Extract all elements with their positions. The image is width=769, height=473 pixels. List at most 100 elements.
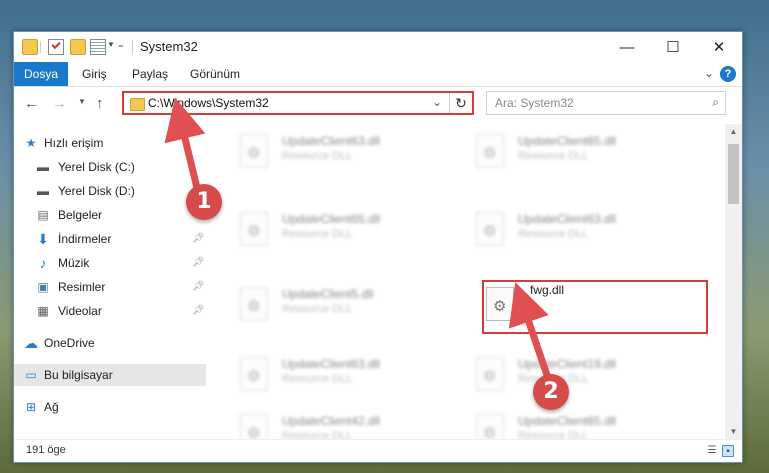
search-input[interactable]: Ara: System32 (495, 96, 574, 110)
drive-icon: ▬ (37, 160, 49, 174)
dll-file-icon (240, 212, 268, 246)
file-list: UpdateClient63.dll Resource DLL UpdateCl… (206, 124, 724, 440)
sidebar-item-label: Ağ (44, 400, 59, 414)
maximize-button[interactable]: ☐ (650, 32, 696, 62)
details-view-icon[interactable]: ☰ (706, 445, 718, 457)
file-type: Resource DLL (282, 150, 353, 162)
file-type: Resource DLL (518, 150, 589, 162)
step-callout-1: 1 (186, 184, 222, 220)
recent-locations-icon[interactable]: ▼ (78, 97, 86, 106)
sidebar-item-documents[interactable]: ▤ Belgeler (14, 204, 206, 226)
file-name: UpdateClient42.dll (282, 414, 381, 428)
download-icon: ⬇ (37, 231, 49, 247)
chevron-down-icon[interactable]: ⌄ (432, 95, 442, 109)
file-name: UpdateClient65.dll (518, 414, 617, 428)
large-icons-view-icon[interactable]: ▪ (722, 445, 734, 457)
forward-button[interactable]: → (52, 95, 67, 112)
ribbon-expand-icon[interactable]: ⌄ (704, 66, 714, 80)
list-view-icon[interactable] (90, 39, 106, 55)
file-item[interactable]: UpdateClient42.dll Resource DLL (206, 406, 396, 440)
sidebar-item-videos[interactable]: ▦ Videolar 📌︎ (14, 300, 206, 322)
title-bar: ▼ ₌ System32 — ☐ ✕ (14, 32, 742, 62)
tab-file[interactable]: Dosya (14, 62, 68, 86)
file-name: UpdateClient63.dll (282, 357, 381, 371)
new-folder-icon[interactable] (70, 39, 86, 55)
help-button[interactable]: ? (720, 66, 736, 82)
file-name: UpdateClient63.dll (518, 212, 617, 226)
pin-icon[interactable]: 📌︎ (192, 305, 205, 316)
music-icon: ♪ (39, 255, 47, 271)
sidebar-item-this-pc[interactable]: ▭ Bu bilgisayar (14, 364, 206, 386)
file-name: UpdateClient65.dll (518, 134, 617, 148)
item-count: 191 öge (26, 444, 66, 456)
sidebar-item-label: İndirmeler (58, 232, 112, 246)
file-item[interactable]: UpdateClient63.dll Resource DLL (442, 204, 632, 254)
step-callout-2: 2 (533, 374, 569, 410)
refresh-button[interactable]: ↻ (449, 93, 472, 113)
file-item[interactable]: UpdateClient65.dll Resource DLL (442, 126, 632, 176)
tab-home[interactable]: Giriş (82, 62, 107, 86)
dll-file-icon (240, 134, 268, 168)
customize-toolbar-icon[interactable]: ₌ (118, 38, 124, 51)
dll-file-icon (240, 287, 268, 321)
pictures-icon: ▣ (37, 280, 49, 294)
file-type: Resource DLL (518, 228, 589, 240)
cloud-icon: ☁ (24, 335, 38, 351)
tab-share[interactable]: Paylaş (132, 62, 168, 86)
sidebar-item-music[interactable]: ♪ Müzik 📌︎ (14, 252, 206, 274)
file-name: UpdateClient19.dll (518, 357, 617, 371)
minimize-button[interactable]: — (604, 32, 650, 62)
navigation-bar: ← → ▼ ↑ C:\Windows\System32 ⌄ ↻ Ara: Sys… (14, 87, 742, 121)
dll-file-icon (240, 414, 268, 440)
file-type: Resource DLL (282, 228, 353, 240)
sidebar-item-pictures[interactable]: ▣ Resimler 📌︎ (14, 276, 206, 298)
ribbon-tabs: Dosya Giriş Paylaş Görünüm ⌄ ? (14, 62, 742, 87)
sidebar-item-label: Yerel Disk (D:) (58, 184, 135, 198)
pin-icon[interactable]: 📌︎ (192, 281, 205, 292)
file-item[interactable]: UpdateClient65.dll Resource DLL (442, 406, 632, 440)
sidebar-item-downloads[interactable]: ⬇ İndirmeler 📌︎ (14, 228, 206, 250)
address-path[interactable]: C:\Windows\System32 (148, 96, 269, 110)
sidebar-item-quick-access[interactable]: ★ Hızlı erişim (14, 132, 206, 154)
scroll-up-icon[interactable]: ▲ (725, 124, 742, 140)
sidebar-item-label: Resimler (58, 280, 106, 294)
title-divider (132, 40, 133, 54)
file-item[interactable]: UpdateClient5.dll Resource DLL (206, 279, 396, 329)
toolbar-divider (40, 41, 41, 53)
file-name: UpdateClient5.dll (282, 287, 374, 301)
vertical-scrollbar[interactable]: ▲ ▼ (725, 124, 742, 440)
sidebar-item-onedrive[interactable]: ☁ OneDrive (14, 332, 206, 354)
sidebar-item-network[interactable]: ⊞ Ağ (14, 396, 206, 418)
document-icon: ▤ (37, 208, 49, 222)
address-bar[interactable]: C:\Windows\System32 ⌄ ↻ (122, 91, 474, 115)
properties-check-icon[interactable] (48, 39, 64, 55)
sidebar-item-disk-d[interactable]: ▬ Yerel Disk (D:) (14, 180, 206, 202)
status-bar: 191 öge ☰ ▪ (14, 439, 742, 462)
dll-file-icon (476, 212, 504, 246)
back-button[interactable]: ← (24, 95, 39, 112)
file-item[interactable]: UpdateClient63.dll Resource DLL (206, 349, 396, 399)
star-icon: ★ (25, 136, 37, 150)
sidebar-item-disk-c[interactable]: ▬ Yerel Disk (C:) (14, 156, 206, 178)
close-button[interactable]: ✕ (696, 32, 742, 62)
up-button[interactable]: ↑ (96, 95, 104, 112)
folder-icon (22, 39, 38, 55)
video-icon: ▦ (37, 304, 49, 318)
scroll-down-icon[interactable]: ▼ (725, 424, 742, 440)
highlight-box (482, 280, 708, 334)
tab-view[interactable]: Görünüm (190, 62, 240, 86)
navigation-pane: ★ Hızlı erişim ▬ Yerel Disk (C:) ▬ Yerel… (14, 124, 206, 440)
file-item[interactable]: UpdateClient63.dll Resource DLL (206, 126, 396, 176)
chevron-down-icon[interactable]: ▼ (107, 40, 115, 49)
scroll-thumb[interactable] (728, 144, 739, 204)
file-type: Resource DLL (282, 373, 353, 385)
sidebar-item-label: Müzik (58, 256, 90, 270)
file-item[interactable]: UpdateClient65.dll Resource DLL (206, 204, 396, 254)
pin-icon[interactable]: 📌︎ (192, 257, 205, 268)
explorer-window: ▼ ₌ System32 — ☐ ✕ Dosya Giriş Paylaş Gö… (13, 31, 743, 463)
pin-icon[interactable]: 📌︎ (192, 233, 205, 244)
sidebar-item-label: Yerel Disk (C:) (58, 160, 135, 174)
search-icon[interactable]: ⌕ (712, 95, 719, 110)
search-box[interactable]: Ara: System32 ⌕ (486, 91, 726, 115)
file-name: UpdateClient65.dll (282, 212, 381, 226)
